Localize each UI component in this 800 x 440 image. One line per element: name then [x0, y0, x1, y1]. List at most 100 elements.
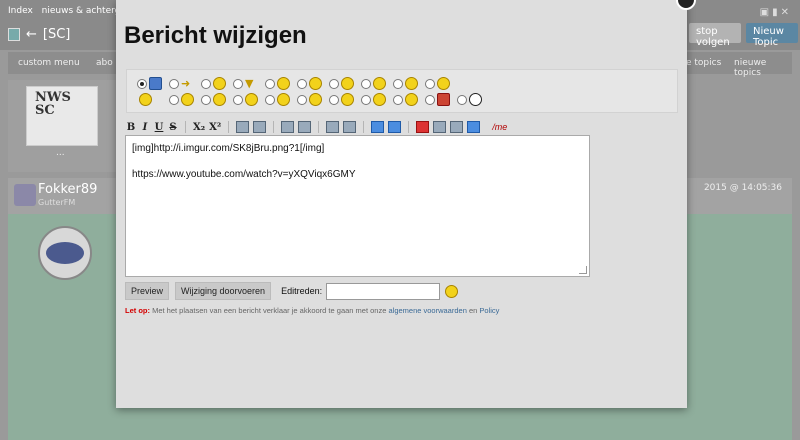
list-icon[interactable] [281, 121, 295, 133]
devil-icon [373, 93, 386, 106]
smiley-option-hand[interactable] [265, 93, 297, 106]
smiley-option-confused[interactable] [361, 77, 393, 90]
laugh-icon [139, 93, 152, 106]
action-row: Preview Wijziging doorvoeren Editreden: [125, 281, 459, 301]
smiley-option-grin[interactable] [329, 77, 361, 90]
radio-icon[interactable] [169, 78, 179, 89]
smiley-option-devil[interactable] [361, 93, 393, 106]
smiley-option-biggrin[interactable] [425, 77, 457, 90]
radio-icon[interactable] [425, 94, 435, 105]
radio-icon[interactable] [201, 94, 211, 105]
user-avatar[interactable] [14, 184, 36, 206]
menu-item-custom[interactable]: custom menu [18, 58, 80, 68]
smiley-option-superman[interactable] [425, 93, 457, 106]
youtube-icon[interactable] [416, 121, 430, 133]
smiley-option-football[interactable] [457, 93, 489, 106]
subscript-button[interactable]: X₂ [193, 122, 205, 133]
flickr-icon[interactable] [433, 121, 447, 133]
code-icon[interactable] [343, 121, 357, 133]
smiley-option-kiss[interactable] [329, 93, 361, 106]
bold-button[interactable]: B [126, 122, 136, 133]
editor-line: https://www.youtube.com/watch?v=yXQViqx6… [132, 169, 356, 180]
dialog-title: Bericht wijzigen [124, 22, 307, 49]
smiley-picker-icon[interactable] [445, 284, 459, 298]
edit-reason-label: Editreden: [281, 286, 323, 296]
twitter-icon[interactable] [467, 121, 481, 133]
strike-button[interactable]: S [168, 122, 178, 133]
radio-icon[interactable] [233, 94, 243, 105]
help-icon[interactable] [388, 121, 402, 133]
radio-icon[interactable] [169, 94, 179, 105]
wink-tongue-icon [405, 77, 418, 90]
dizzy-icon [405, 93, 418, 106]
policy-link[interactable]: Policy [479, 306, 499, 315]
link-icon[interactable] [253, 121, 267, 133]
close-topic-icon[interactable]: ✕ [781, 7, 792, 18]
radio-icon[interactable] [361, 94, 371, 105]
terms-link[interactable]: algemene voorwaarden [388, 306, 466, 315]
smiley-option-arrow[interactable]: ➜ [169, 77, 201, 90]
smiley-option-surprised[interactable] [201, 93, 233, 106]
radio-icon[interactable] [265, 78, 275, 89]
image-icon[interactable] [236, 121, 250, 133]
smiley-option-dizzy[interactable] [393, 93, 425, 106]
lightbulb-icon [213, 77, 226, 90]
new-topic-button[interactable]: Nieuw Topic [746, 23, 798, 48]
bookmark-icon[interactable]: ▮ [772, 7, 781, 18]
edit-post-dialog: Bericht wijzigen ➜ ▼ B I U S X₂ X² /me [… [116, 0, 687, 408]
embed-icon[interactable] [450, 121, 464, 133]
smiley-option-thumbs[interactable] [233, 93, 265, 106]
smiley-option-default[interactable] [137, 77, 169, 90]
underline-button[interactable]: U [154, 122, 164, 133]
smiley-option-smile[interactable] [265, 77, 297, 90]
stop-follow-button[interactable]: stop volgen [689, 23, 741, 48]
radio-icon[interactable] [393, 78, 403, 89]
menu-item-topics[interactable]: e topics [686, 58, 721, 68]
breadcrumb-index[interactable]: Index [8, 6, 33, 16]
superman-icon [437, 93, 450, 106]
menu-item-new-topics[interactable]: nieuwe topics [734, 58, 792, 78]
smiley-option-cool[interactable] [297, 77, 329, 90]
smiley-option-laugh[interactable] [137, 93, 169, 106]
happy-icon [309, 93, 322, 106]
horizontal-rule-icon[interactable] [298, 121, 312, 133]
radio-icon[interactable] [361, 78, 371, 89]
preview-button[interactable]: Preview [125, 282, 170, 300]
quote-icon[interactable] [326, 121, 340, 133]
toolbar-divider [273, 121, 275, 133]
back-arrow-icon[interactable]: ← [26, 27, 37, 42]
submit-edit-button[interactable]: Wijziging doorvoeren [175, 282, 272, 300]
radio-icon[interactable] [265, 94, 275, 105]
radio-icon[interactable] [329, 78, 339, 89]
edit-reason-input[interactable] [326, 282, 441, 300]
superscript-button[interactable]: X² [209, 122, 221, 133]
me-button[interactable]: /me [492, 122, 507, 132]
phone-icon [149, 77, 162, 90]
radio-icon[interactable] [393, 94, 403, 105]
football-icon [469, 93, 482, 106]
radio-icon[interactable] [297, 94, 307, 105]
radio-icon[interactable] [201, 78, 211, 89]
radio-icon[interactable] [457, 94, 467, 105]
resize-handle-icon[interactable] [579, 266, 587, 274]
smiley-option-happy[interactable] [297, 93, 329, 106]
smiley-row-2 [137, 93, 489, 106]
radio-icon[interactable] [297, 78, 307, 89]
smiley-option-lightbulb[interactable] [201, 77, 233, 90]
menu-item-abo[interactable]: abo [96, 58, 113, 68]
italic-button[interactable]: I [140, 122, 150, 133]
print-icon[interactable]: ▣ [760, 7, 772, 18]
smiley-option-warning[interactable]: ▼ [233, 77, 265, 90]
message-textarea[interactable]: [img]http://i.imgur.com/SK8jBru.png?1[/i… [125, 135, 590, 277]
smiley-option-wink-tongue[interactable] [393, 77, 425, 90]
post-username[interactable]: Fokker89 [38, 182, 97, 197]
surprised-icon [213, 93, 226, 106]
smiley-option-shock[interactable] [169, 93, 201, 106]
radio-icon[interactable] [425, 78, 435, 89]
topic-header: ← [SC] [8, 27, 70, 42]
radio-icon[interactable] [329, 94, 339, 105]
radio-checked-icon[interactable] [137, 78, 147, 89]
radio-icon[interactable] [233, 78, 243, 89]
phone-icon[interactable] [8, 28, 20, 41]
spoiler-icon[interactable] [371, 121, 385, 133]
